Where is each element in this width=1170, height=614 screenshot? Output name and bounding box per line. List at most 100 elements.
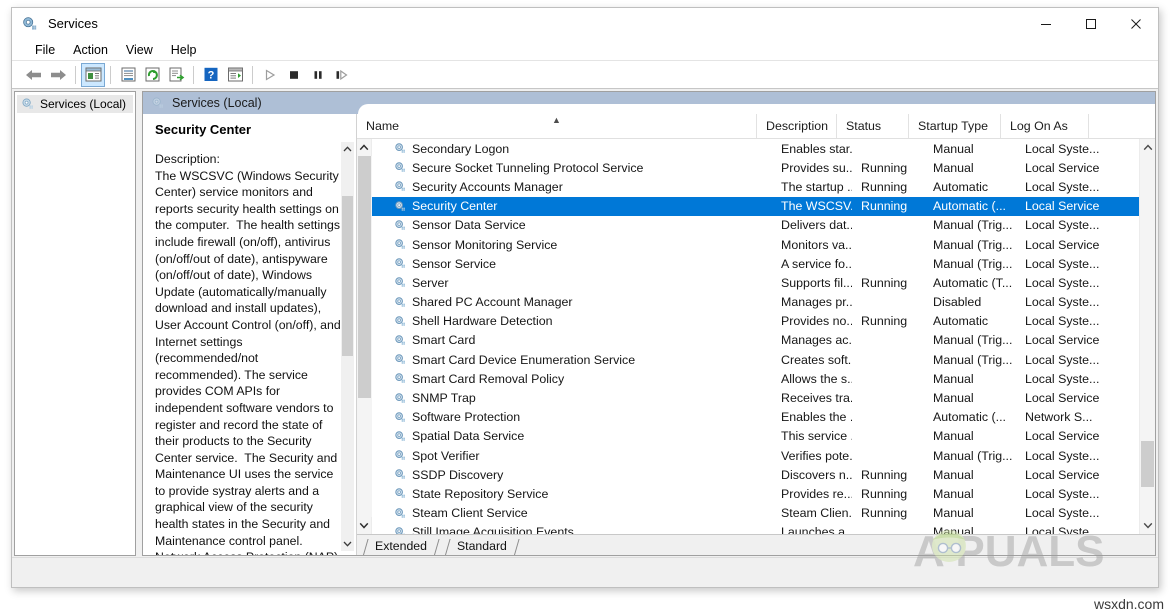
export-list-icon xyxy=(168,67,185,82)
list-left-scroll-thumb[interactable] xyxy=(358,156,371,398)
service-gear-icon xyxy=(394,180,407,193)
cell-startup-type: Automatic (... xyxy=(924,410,1016,424)
list-right-scroll-down-button[interactable] xyxy=(1140,517,1155,534)
description-scroll-track[interactable] xyxy=(341,156,354,537)
table-row[interactable]: Shared PC Account ManagerManages pr...Di… xyxy=(372,293,1139,312)
service-gear-icon xyxy=(394,411,407,424)
list-scrollbar-left[interactable] xyxy=(357,139,372,534)
list-right-scroll-up-button[interactable] xyxy=(1140,139,1155,156)
service-name-label: Shared PC Account Manager xyxy=(412,295,573,309)
table-row[interactable]: Still Image Acquisition EventsLaunches a… xyxy=(372,523,1139,534)
list-scrollbar-right[interactable] xyxy=(1139,139,1155,534)
table-row[interactable]: ServerSupports fil...RunningAutomatic (T… xyxy=(372,273,1139,292)
cell-service-name: Still Image Acquisition Events xyxy=(372,525,772,534)
table-row[interactable]: Secondary LogonEnables star...ManualLoca… xyxy=(372,139,1139,158)
service-name-label: Spot Verifier xyxy=(412,449,480,463)
services-list: Name ▲ Description Status Startup Type xyxy=(357,114,1155,555)
cell-startup-type: Manual xyxy=(924,506,1016,520)
close-button[interactable] xyxy=(1113,8,1158,39)
show-hide-tree-button[interactable] xyxy=(81,63,105,87)
list-left-scroll-up-button[interactable] xyxy=(357,139,372,156)
menu-action[interactable]: Action xyxy=(64,41,117,59)
cell-description: Manages ac... xyxy=(772,333,852,347)
cell-service-name: Smart Card xyxy=(372,333,772,347)
table-row[interactable]: Smart Card Device Enumeration Service Cre… xyxy=(372,350,1139,369)
cell-startup-type: Manual xyxy=(924,487,1016,501)
help-button[interactable]: ? xyxy=(199,63,223,87)
maximize-button[interactable] xyxy=(1068,8,1113,39)
table-row[interactable]: Shell Hardware DetectionProvides no...Ru… xyxy=(372,312,1139,331)
cell-description: Creates soft... xyxy=(772,353,852,367)
restart-service-button[interactable] xyxy=(330,63,354,87)
table-row[interactable]: Smart Card Removal PolicyAllows the s...… xyxy=(372,369,1139,388)
cell-description: Provides su... xyxy=(772,161,852,175)
show-action-pane-button[interactable] xyxy=(223,63,247,87)
list-right-scroll-track[interactable] xyxy=(1140,156,1155,517)
column-header-name[interactable]: Name ▲ xyxy=(357,114,757,138)
menu-view[interactable]: View xyxy=(117,41,162,59)
service-name-label: Smart Card xyxy=(412,333,475,347)
tree-item-services-local[interactable]: Services (Local) xyxy=(17,95,133,113)
cell-startup-type: Manual (Trig... xyxy=(924,333,1016,347)
table-row[interactable]: Sensor Monitoring ServiceMonitors va...M… xyxy=(372,235,1139,254)
list-left-scroll-track[interactable] xyxy=(357,156,372,517)
table-row[interactable]: Security Accounts ManagerThe startup ...… xyxy=(372,177,1139,196)
service-name-label: Still Image Acquisition Events xyxy=(412,525,574,534)
column-header-label: Log On As xyxy=(1010,119,1068,133)
properties-button[interactable] xyxy=(116,63,140,87)
tab-extended[interactable]: Extended xyxy=(359,538,441,555)
table-row[interactable]: SSDP DiscoveryDiscovers n...RunningManua… xyxy=(372,465,1139,484)
table-row[interactable]: Software ProtectionEnables the ...Automa… xyxy=(372,408,1139,427)
description-scroll-thumb[interactable] xyxy=(342,196,353,356)
help-question-icon: ? xyxy=(203,67,219,82)
table-row[interactable]: Secure Socket Tunneling Protocol Service… xyxy=(372,158,1139,177)
cell-startup-type: Manual xyxy=(924,391,1016,405)
table-row[interactable]: Steam Client ServiceSteam Clien...Runnin… xyxy=(372,504,1139,523)
cell-log-on-as: Local Service xyxy=(1016,468,1104,482)
table-row[interactable]: SNMP TrapReceives tra...ManualLocal Serv… xyxy=(372,388,1139,407)
refresh-button[interactable] xyxy=(140,63,164,87)
cell-log-on-as: Local Syste... xyxy=(1016,218,1104,232)
cell-log-on-as: Local Service xyxy=(1016,429,1104,443)
column-header-log-on-as[interactable]: Log On As xyxy=(1001,114,1089,138)
services-gear-icon xyxy=(21,15,39,33)
service-name-label: Smart Card Removal Policy xyxy=(412,372,564,386)
cell-description: Verifies pote... xyxy=(772,449,852,463)
service-gear-icon xyxy=(394,449,407,462)
cell-description: This service ... xyxy=(772,429,852,443)
export-list-button[interactable] xyxy=(164,63,188,87)
cell-startup-type: Manual (Trig... xyxy=(924,257,1016,271)
table-row[interactable]: Spatial Data ServiceThis service ...Manu… xyxy=(372,427,1139,446)
table-row[interactable]: Sensor Data ServiceDelivers dat...Manual… xyxy=(372,216,1139,235)
cell-log-on-as: Local Service xyxy=(1016,333,1104,347)
back-button[interactable] xyxy=(22,63,46,87)
table-row[interactable]: Spot VerifierVerifies pote...Manual (Tri… xyxy=(372,446,1139,465)
description-scroll-down-button[interactable] xyxy=(343,537,352,551)
forward-button[interactable] xyxy=(46,63,70,87)
toolbar-separator xyxy=(193,66,194,84)
cell-status: Running xyxy=(852,161,924,175)
column-header-startup-type[interactable]: Startup Type xyxy=(909,114,1001,138)
description-scrollbar[interactable] xyxy=(341,142,354,551)
table-row[interactable]: State Repository ServiceProvides re...Ru… xyxy=(372,484,1139,503)
cell-startup-type: Manual xyxy=(924,525,1016,534)
table-row[interactable]: Smart Card Manages ac... Manual (Trig...Lo… xyxy=(372,331,1139,350)
pause-service-button[interactable] xyxy=(306,63,330,87)
stop-service-button[interactable] xyxy=(282,63,306,87)
cell-description: Discovers n... xyxy=(772,468,852,482)
cell-startup-type: Automatic xyxy=(924,314,1016,328)
window-title: Services xyxy=(48,16,98,31)
minimize-button[interactable] xyxy=(1023,8,1068,39)
service-name-label: Smart Card Device Enumeration Service xyxy=(412,353,635,367)
column-header-status[interactable]: Status xyxy=(837,114,909,138)
list-right-scroll-thumb[interactable] xyxy=(1141,441,1154,487)
menu-help[interactable]: Help xyxy=(162,41,206,59)
list-left-scroll-down-button[interactable] xyxy=(357,517,372,534)
tab-standard[interactable]: Standard xyxy=(441,538,521,555)
menu-file[interactable]: File xyxy=(26,41,64,59)
table-row[interactable]: Security CenterThe WSCSV...RunningAutoma… xyxy=(372,197,1139,216)
description-scroll-up-button[interactable] xyxy=(343,142,352,156)
table-row[interactable]: Sensor ServiceA service fo...Manual (Tri… xyxy=(372,254,1139,273)
start-service-button[interactable] xyxy=(258,63,282,87)
column-header-description[interactable]: Description xyxy=(757,114,837,138)
